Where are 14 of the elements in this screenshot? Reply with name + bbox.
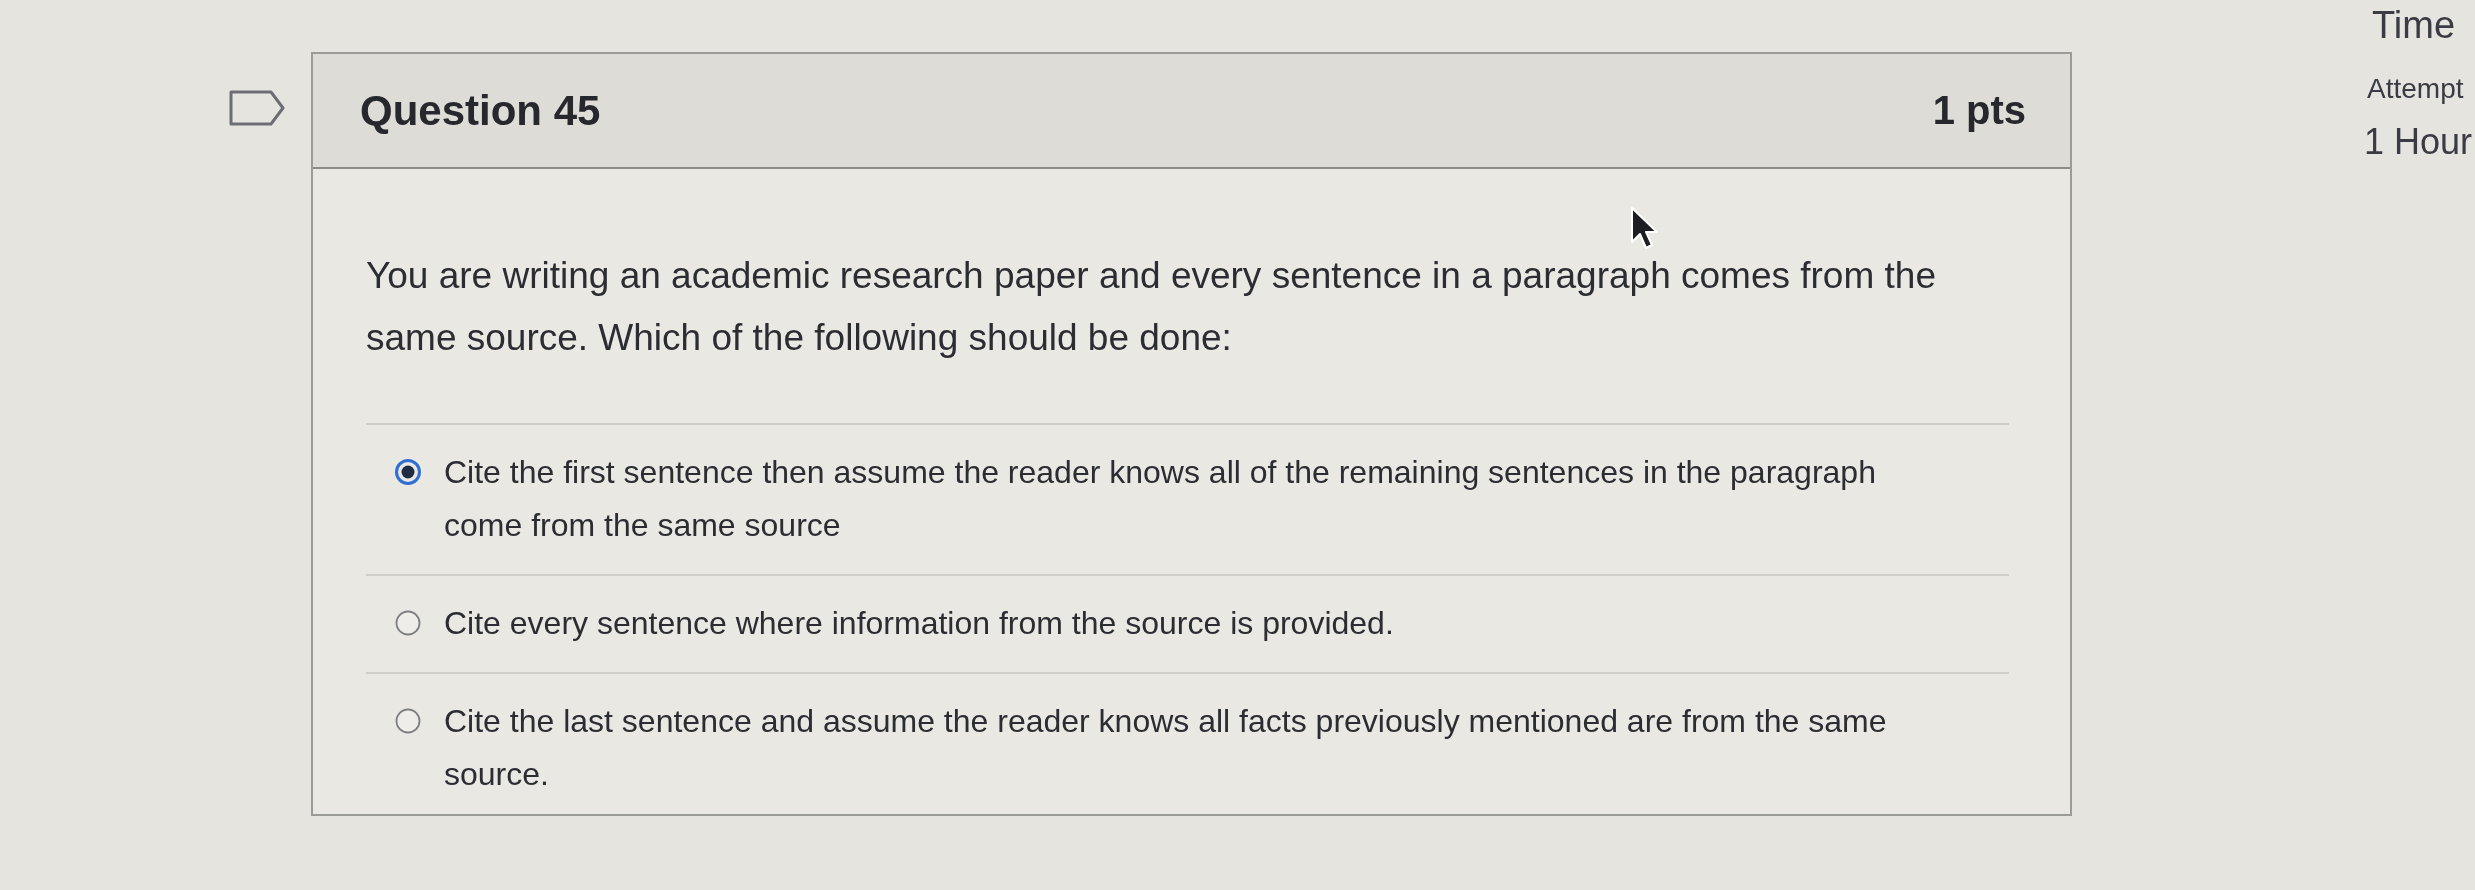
time-value: 1 Hour bbox=[2364, 120, 2473, 164]
attempt-label: Attempt bbox=[2367, 72, 2464, 106]
timer-label: Time bbox=[2372, 3, 2456, 48]
radio-button[interactable] bbox=[395, 708, 421, 734]
cursor-icon bbox=[1630, 206, 1660, 250]
answer-option[interactable]: Cite the first sentence then assume the reader knows all of the remaining sentences in the paragraph come from the same source bbox=[444, 446, 1944, 552]
question-prompt: You are writing an academic research paper and every sentence in a paragraph comes from the same source. Which of the following should be done: bbox=[366, 254, 1937, 360]
answer-option[interactable]: Cite the last sentence and assume the reader knows all facts previously mentioned are from the same source. bbox=[444, 695, 1944, 801]
radio-button[interactable] bbox=[395, 459, 421, 485]
radio-button[interactable] bbox=[395, 610, 421, 636]
question-title: Question 45 bbox=[360, 86, 601, 135]
question-points: 1 pts bbox=[1932, 88, 2026, 133]
answer-option[interactable]: Cite every sentence where information from the source is provided. bbox=[444, 597, 1394, 650]
flag-icon[interactable] bbox=[229, 90, 285, 126]
